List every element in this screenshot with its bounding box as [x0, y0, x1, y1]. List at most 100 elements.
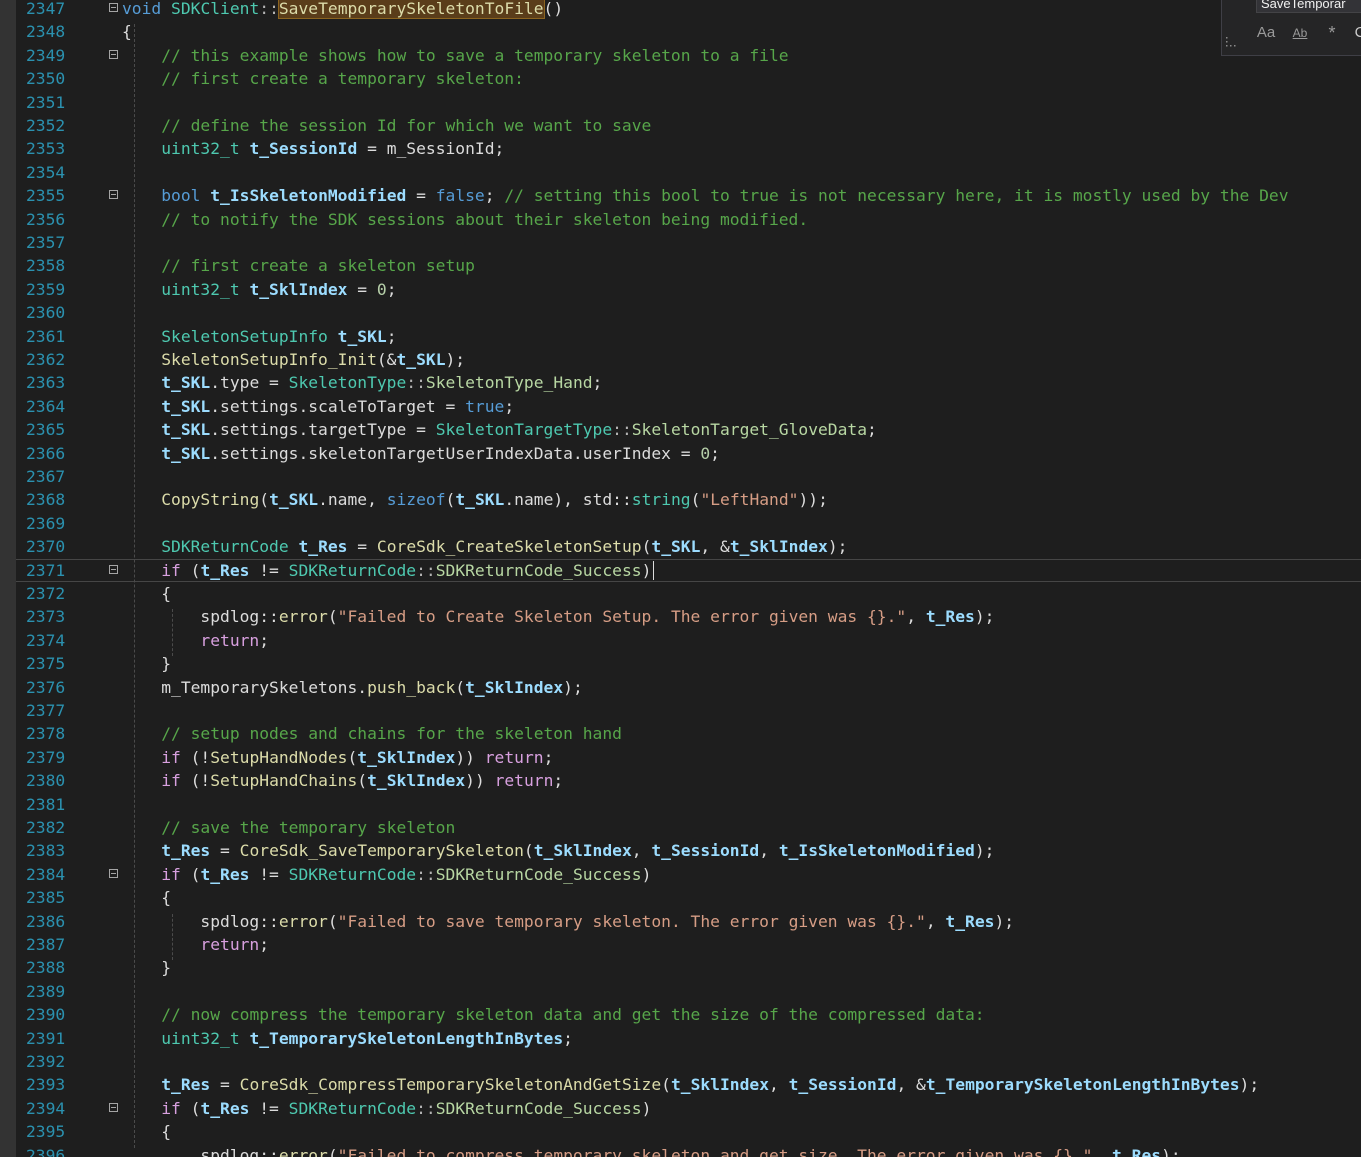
- code-line[interactable]: 2349 // this example shows how to save a…: [16, 44, 1361, 67]
- code-token: (: [327, 607, 338, 627]
- code-token: t_SklIndex: [533, 841, 632, 861]
- code-text: if (t_Res != SDKReturnCode::SDKReturnCod…: [122, 1097, 651, 1120]
- code-token: );: [994, 911, 1015, 931]
- code-token: t_SessionId: [651, 841, 760, 861]
- code-token: spdlog::: [122, 911, 279, 931]
- find-scope-icon[interactable]: C: [1348, 21, 1361, 45]
- code-token: SDKReturnCode: [288, 864, 417, 884]
- find-input[interactable]: SaveTemporar: [1256, 0, 1361, 13]
- code-editor[interactable]: 2347 void SDKClient::SaveTemporarySkeleto…: [0, 0, 1361, 1157]
- code-line[interactable]: 2381: [16, 793, 1361, 816]
- code-token: =: [210, 1075, 240, 1095]
- code-line[interactable]: 2384 if (t_Res != SDKReturnCode::SDKRetu…: [16, 863, 1361, 886]
- code-line[interactable]: 2355 bool t_IsSkeletonModified = false; …: [16, 184, 1361, 207]
- code-token: // this example shows how to save a temp…: [161, 45, 789, 65]
- code-line[interactable]: 2375 }: [16, 652, 1361, 675]
- collapse-icon[interactable]: [109, 3, 118, 12]
- code-line[interactable]: 2356 // to notify the SDK sessions about…: [16, 208, 1361, 231]
- code-line[interactable]: 2372 {: [16, 582, 1361, 605]
- code-line[interactable]: 2395 {: [16, 1120, 1361, 1143]
- code-line[interactable]: 2350 // first create a temporary skeleto…: [16, 67, 1361, 90]
- code-line[interactable]: 2378 // setup nodes and chains for the s…: [16, 722, 1361, 745]
- code-line[interactable]: 2387 return;: [16, 933, 1361, 956]
- code-token: ,: [769, 1075, 789, 1095]
- whole-word-icon[interactable]: Ab: [1288, 21, 1312, 45]
- line-number: 2375: [26, 654, 66, 674]
- code-token: SkeletonTargetType: [435, 420, 613, 440]
- code-line[interactable]: 2390 // now compress the temporary skele…: [16, 1003, 1361, 1026]
- collapse-icon[interactable]: [109, 49, 118, 59]
- code-token: =: [347, 537, 377, 557]
- code-line[interactable]: 2392: [16, 1050, 1361, 1073]
- code-line[interactable]: 2364 t_SKL.settings.scaleToTarget = true…: [16, 395, 1361, 418]
- code-line[interactable]: 2379 if (!SetupHandNodes(t_SklIndex)) re…: [16, 746, 1361, 769]
- code-token: t_SessionId: [249, 139, 358, 159]
- code-line[interactable]: 2382 // save the temporary skeleton: [16, 816, 1361, 839]
- code-token: return: [200, 630, 260, 650]
- code-line[interactable]: 2357: [16, 231, 1361, 254]
- code-token: ): [641, 1098, 652, 1118]
- line-number: 2396: [26, 1145, 66, 1157]
- code-token: t_SKL: [161, 443, 211, 463]
- code-line[interactable]: 2368 CopyString(t_SKL.name, sizeof(t_SKL…: [16, 488, 1361, 511]
- code-line[interactable]: 2370 SDKReturnCode t_Res = CoreSdk_Creat…: [16, 535, 1361, 558]
- code-line[interactable]: 2361 SkeletonSetupInfo t_SKL;: [16, 325, 1361, 348]
- collapse-icon[interactable]: [109, 564, 118, 574]
- code-line[interactable]: 2374 return;: [16, 629, 1361, 652]
- code-line[interactable]: 2365 t_SKL.settings.targetType = Skeleto…: [16, 418, 1361, 441]
- code-line[interactable]: 2352 // define the session Id for which …: [16, 114, 1361, 137]
- code-line[interactable]: 2358 // first create a skeleton setup: [16, 254, 1361, 277]
- code-token: , &: [896, 1075, 926, 1095]
- code-line[interactable]: 2362 SkeletonSetupInfo_Init(&t_SKL);: [16, 348, 1361, 371]
- code-line[interactable]: 2353 uint32_t t_SessionId = m_SessionId;: [16, 137, 1361, 160]
- regex-icon[interactable]: *: [1320, 21, 1344, 45]
- code-line[interactable]: 2393 t_Res = CoreSdk_CompressTemporarySk…: [16, 1073, 1361, 1096]
- code-line[interactable]: 2354: [16, 161, 1361, 184]
- code-line[interactable]: 2391 uint32_t t_TemporarySkeletonLengthI…: [16, 1027, 1361, 1050]
- code-line[interactable]: 2366 t_SKL.settings.skeletonTargetUserIn…: [16, 442, 1361, 465]
- code-line[interactable]: 2389: [16, 980, 1361, 1003]
- code-token: );: [974, 607, 995, 627]
- code-line[interactable]: 2369: [16, 512, 1361, 535]
- code-line[interactable]: 2386 spdlog::error("Failed to save tempo…: [16, 910, 1361, 933]
- code-line[interactable]: 2367: [16, 465, 1361, 488]
- line-number: 2356: [26, 209, 66, 229]
- code-line[interactable]: 2373 spdlog::error("Failed to Create Ske…: [16, 605, 1361, 628]
- code-line[interactable]: 2377: [16, 699, 1361, 722]
- code-line[interactable]: 2360: [16, 301, 1361, 324]
- code-token: {: [122, 584, 172, 603]
- code-line[interactable]: 2383 t_Res = CoreSdk_SaveTemporarySkelet…: [16, 839, 1361, 862]
- code-lines[interactable]: 2347 void SDKClient::SaveTemporarySkeleto…: [16, 0, 1361, 1157]
- collapse-icon[interactable]: [109, 868, 118, 878]
- match-case-icon[interactable]: Aa: [1254, 21, 1278, 45]
- code-line[interactable]: 2351: [16, 91, 1361, 114]
- code-line[interactable]: 2347 void SDKClient::SaveTemporarySkeleto…: [16, 0, 1361, 20]
- line-number: 2392: [26, 1052, 66, 1071]
- collapse-icon[interactable]: [109, 1102, 118, 1112]
- code-token: uint32_t: [161, 279, 240, 299]
- code-line[interactable]: 2348 {: [16, 20, 1361, 43]
- code-line[interactable]: 2388 }: [16, 956, 1361, 979]
- code-line[interactable]: 2363 t_SKL.type = SkeletonType::Skeleton…: [16, 371, 1361, 394]
- code-text: t_SKL.settings.scaleToTarget = true;: [122, 395, 514, 418]
- code-token: if: [161, 560, 181, 580]
- collapse-icon[interactable]: [109, 190, 118, 200]
- code-text: spdlog::error("Failed to Create Skeleton…: [122, 605, 994, 628]
- code-line[interactable]: 2371 if (t_Res != SDKReturnCode::SDKRetu…: [16, 559, 1361, 582]
- code-token: (: [455, 677, 466, 697]
- grip-icon[interactable]: [1225, 35, 1237, 47]
- code-line[interactable]: 2376 m_TemporarySkeletons.push_back(t_Sk…: [16, 676, 1361, 699]
- code-token: t_Res: [925, 607, 975, 627]
- code-line[interactable]: 2385 {: [16, 886, 1361, 909]
- code-token: "Failed to compress temporary skeleton a…: [337, 1145, 1093, 1157]
- code-token: !=: [249, 560, 289, 580]
- code-line[interactable]: 2359 uint32_t t_SklIndex = 0;: [16, 278, 1361, 301]
- code-token: .type =: [210, 373, 289, 393]
- code-line[interactable]: 2394 if (t_Res != SDKReturnCode::SDKRetu…: [16, 1097, 1361, 1120]
- code-line[interactable]: 2380 if (!SetupHandChains(t_SklIndex)) r…: [16, 769, 1361, 792]
- line-number: 2372: [26, 584, 66, 603]
- line-number: 2365: [26, 420, 66, 440]
- code-line[interactable]: 2396 spdlog::error("Failed to compress t…: [16, 1144, 1361, 1157]
